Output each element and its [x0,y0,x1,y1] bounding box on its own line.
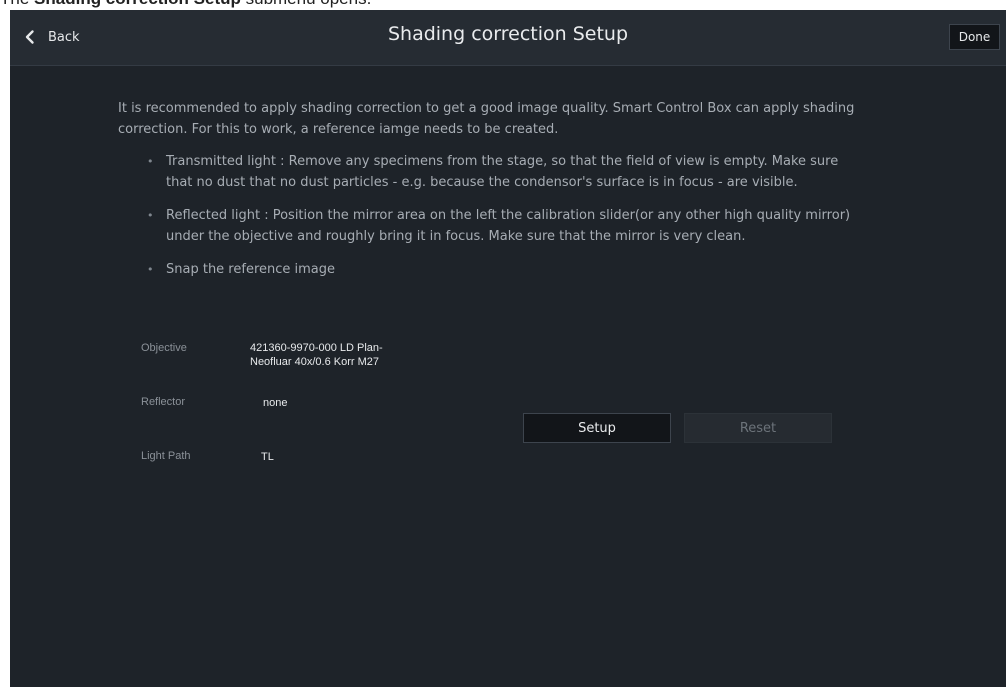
top-bar: Back Shading correction Setup Done [10,10,1006,66]
reflector-label: Reflector [141,396,186,408]
list-item: • Transmitted light : Remove any specime… [141,151,861,193]
list-item: • Reflected light : Position the mirror … [141,205,861,247]
shading-correction-window: Back Shading correction Setup Done It is… [10,10,1006,687]
caption-prefix: The [0,0,34,8]
page-title: Shading correction Setup [387,23,629,45]
list-item: • Snap the reference image [141,259,861,280]
light-path-value: TL [261,451,274,463]
reflector-value: none [263,397,288,409]
instruction-text: Transmitted light : Remove any specimens… [166,154,839,190]
bullet-icon: • [147,155,154,168]
instruction-text: Snap the reference image [166,262,336,277]
objective-label: Objective [141,342,187,354]
reset-button[interactable]: Reset [684,413,832,443]
done-button[interactable]: Done [949,24,1000,50]
caption-suffix: submenu opens. [241,0,372,8]
intro-text: It is recommended to apply shading corre… [118,101,855,137]
setup-button[interactable]: Setup [523,413,671,443]
caption-bold: Shading correction Setup [34,0,241,8]
bullet-icon: • [147,209,154,222]
bullet-icon: • [147,263,154,276]
light-path-label: Light Path [141,450,191,462]
instruction-list: • Transmitted light : Remove any specime… [141,151,861,292]
instruction-text: Reflected light : Position the mirror ar… [166,208,851,244]
objective-value: 421360-9970-000 LD Plan-Neofluar 40x/0.6… [250,342,383,368]
